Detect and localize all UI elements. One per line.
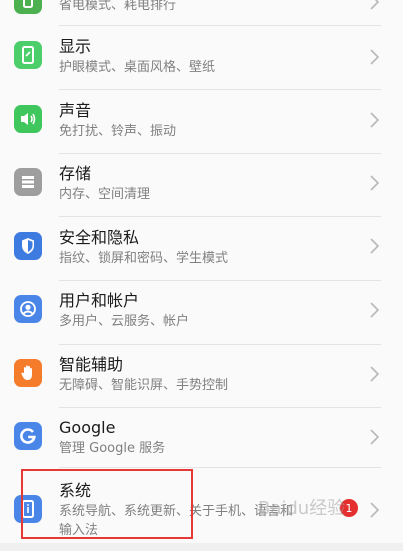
settings-row-subtitle: 无障碍、智能识屏、手势控制 — [59, 378, 229, 393]
chevron-right-icon — [370, 429, 379, 445]
settings-row-title: 声音 — [59, 101, 92, 120]
chevron-right-icon — [370, 0, 379, 10]
shield-icon — [14, 232, 42, 260]
settings-row-storage[interactable]: 存储 内存、空间清理 — [0, 154, 403, 216]
chevron-right-icon — [370, 502, 379, 518]
highlight-box — [21, 469, 193, 539]
battery-icon — [14, 0, 42, 14]
settings-row-battery[interactable]: 省电模式、耗电排行 — [0, 0, 403, 25]
storage-icon — [14, 168, 42, 196]
settings-row-accessibility[interactable]: 智能辅助 无障碍、智能识屏、手势控制 — [0, 345, 403, 407]
hand-icon — [14, 359, 42, 387]
bottom-bar — [0, 543, 403, 551]
chevron-right-icon — [370, 49, 379, 65]
google-icon — [14, 422, 42, 450]
settings-row-subtitle: 指纹、锁屏和密码、学生模式 — [59, 251, 229, 266]
speaker-icon — [14, 105, 42, 133]
settings-row-title: 显示 — [59, 37, 92, 56]
settings-row-title: 存储 — [59, 164, 92, 183]
settings-row-title: 用户和帐户 — [59, 291, 140, 310]
settings-row-subtitle: 免打扰、铃声、振动 — [59, 124, 177, 139]
chevron-right-icon — [370, 366, 379, 382]
settings-row-subtitle: 管理 Google 服务 — [59, 441, 166, 456]
chevron-right-icon — [370, 112, 379, 128]
settings-row-title: 智能辅助 — [59, 355, 124, 374]
settings-row-title: 安全和隐私 — [59, 228, 140, 247]
settings-row-google[interactable]: Google 管理 Google 服务 — [0, 408, 403, 467]
settings-row-title: Google — [59, 418, 116, 437]
settings-row-accounts[interactable]: 用户和帐户 多用户、云服务、帐户 — [0, 281, 403, 344]
chevron-right-icon — [370, 302, 379, 318]
settings-row-subtitle: 省电模式、耗电排行 — [59, 0, 177, 13]
display-icon — [14, 41, 42, 69]
settings-row-subtitle: 护眼模式、桌面风格、壁纸 — [59, 60, 216, 75]
settings-row-sound[interactable]: 声音 免打扰、铃声、振动 — [0, 90, 403, 153]
settings-row-display[interactable]: 显示 护眼模式、桌面风格、壁纸 — [0, 26, 403, 89]
watermark: Baidu经验 — [258, 498, 346, 519]
settings-row-subtitle: 多用户、云服务、帐户 — [59, 314, 190, 329]
settings-row-security[interactable]: 安全和隐私 指纹、锁屏和密码、学生模式 — [0, 217, 403, 280]
chevron-right-icon — [370, 175, 379, 191]
settings-row-subtitle: 内存、空间清理 — [59, 187, 151, 202]
user-icon — [14, 295, 42, 323]
chevron-right-icon — [370, 238, 379, 254]
